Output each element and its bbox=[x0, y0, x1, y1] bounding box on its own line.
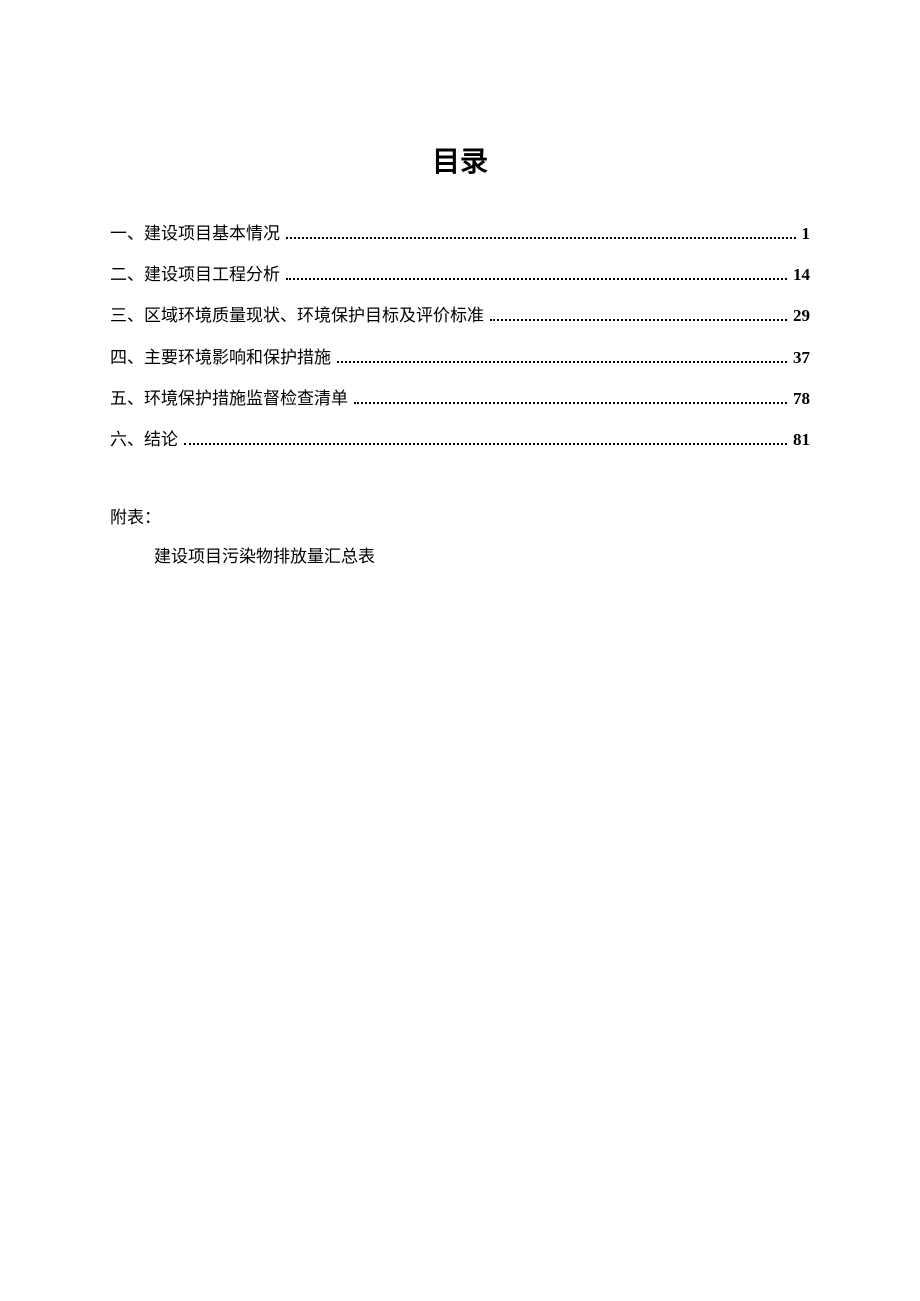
toc-entry-label: 四、主要环境影响和保护措施 bbox=[110, 344, 331, 371]
toc-entry-label: 三、区域环境质量现状、环境保护目标及评价标准 bbox=[110, 302, 484, 329]
toc-title: 目录 bbox=[110, 140, 810, 180]
appendix-section: 附表： 建设项目污染物排放量汇总表 bbox=[110, 503, 810, 572]
toc-entry-dots bbox=[286, 278, 787, 280]
toc-entry: 五、环境保护措施监督检查清单 78 bbox=[110, 385, 810, 412]
toc-entry: 六、结论 81 bbox=[110, 426, 810, 453]
table-of-contents: 一、建设项目基本情况 1 二、建设项目工程分析 14 三、区域环境质量现状、环境… bbox=[110, 220, 810, 453]
toc-entry-label: 一、建设项目基本情况 bbox=[110, 220, 280, 247]
toc-entry: 四、主要环境影响和保护措施 37 bbox=[110, 344, 810, 371]
toc-entry-page: 78 bbox=[793, 385, 810, 412]
toc-entry-dots bbox=[184, 443, 787, 445]
toc-entry: 三、区域环境质量现状、环境保护目标及评价标准 29 bbox=[110, 302, 810, 329]
toc-entry: 二、建设项目工程分析 14 bbox=[110, 261, 810, 288]
toc-entry-dots bbox=[337, 361, 787, 363]
appendix-item: 建设项目污染物排放量汇总表 bbox=[110, 542, 810, 573]
toc-entry-label: 六、结论 bbox=[110, 426, 178, 453]
toc-entry: 一、建设项目基本情况 1 bbox=[110, 220, 810, 247]
toc-entry-label: 二、建设项目工程分析 bbox=[110, 261, 280, 288]
toc-entry-page: 1 bbox=[802, 220, 811, 247]
toc-entry-page: 37 bbox=[793, 344, 810, 371]
toc-entry-page: 81 bbox=[793, 426, 810, 453]
appendix-heading: 附表： bbox=[110, 503, 810, 534]
toc-entry-dots bbox=[286, 237, 796, 239]
toc-entry-dots bbox=[490, 319, 787, 321]
toc-entry-page: 29 bbox=[793, 302, 810, 329]
toc-entry-label: 五、环境保护措施监督检查清单 bbox=[110, 385, 348, 412]
toc-entry-page: 14 bbox=[793, 261, 810, 288]
toc-entry-dots bbox=[354, 402, 787, 404]
